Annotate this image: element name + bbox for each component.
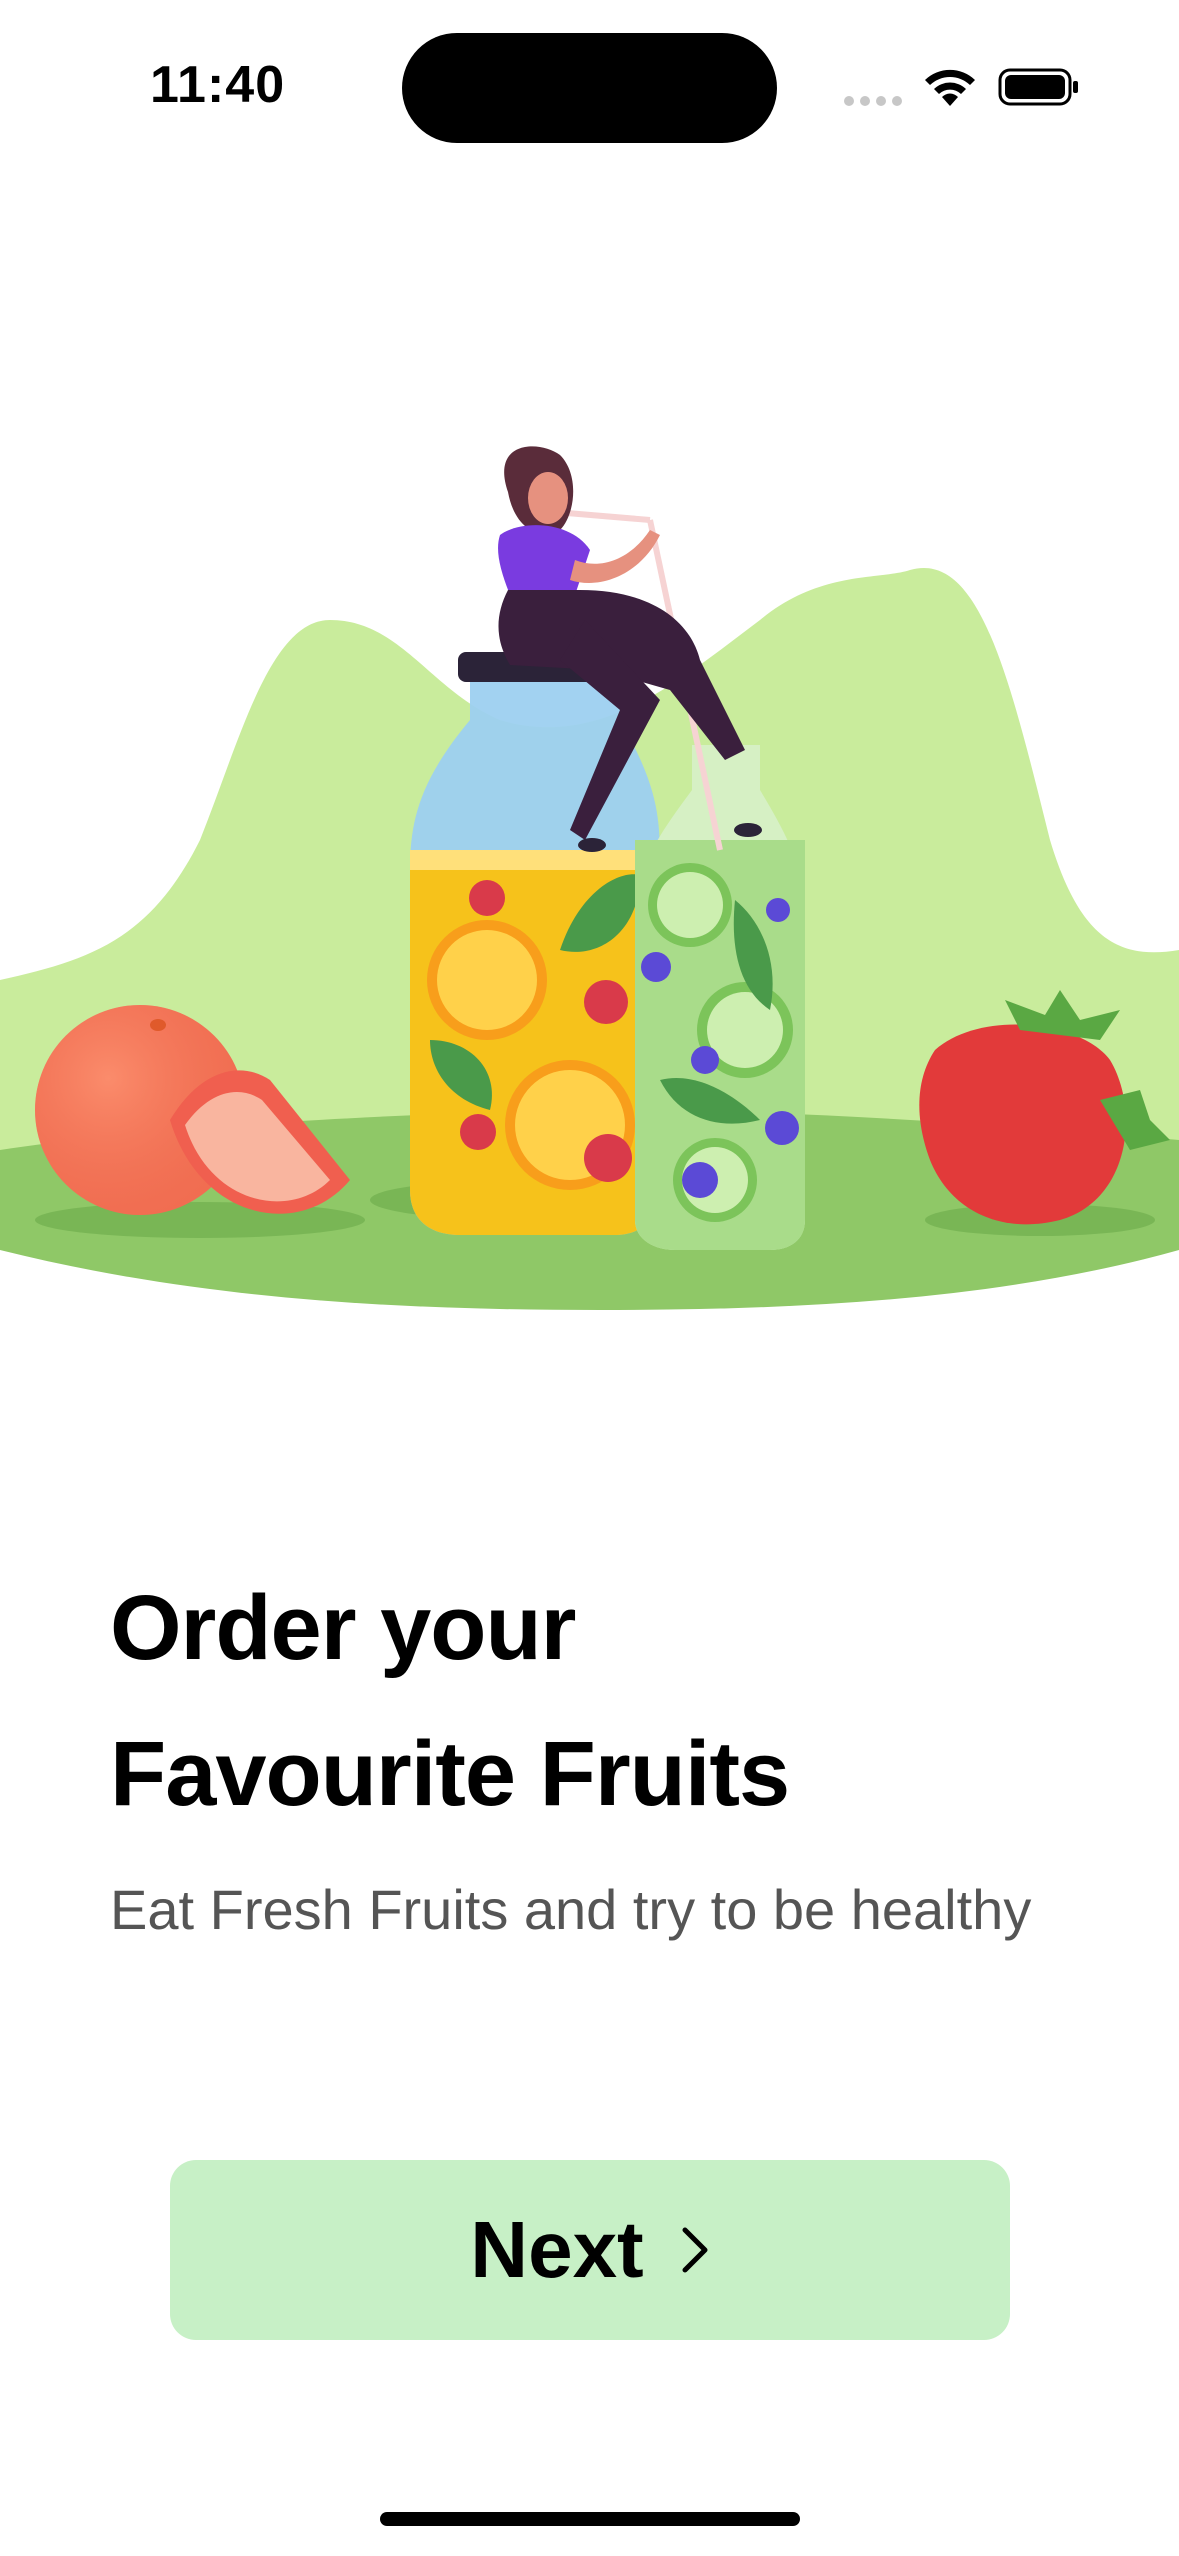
title-line-2: Favourite Fruits	[110, 1723, 790, 1825]
next-button[interactable]: Next	[170, 2160, 1010, 2340]
home-indicator	[380, 2512, 800, 2526]
dynamic-island	[402, 33, 777, 143]
wifi-icon	[925, 69, 975, 106]
title-line-1: Order your	[110, 1577, 576, 1679]
woman-drinking-fruit-juice-illustration	[0, 446, 1179, 1310]
next-button-label: Next	[470, 2205, 644, 2294]
status-bar: 11:40	[0, 0, 1179, 170]
subtitle: Eat Fresh Fruits and try to be healthy	[110, 1878, 1032, 1941]
page-title: Order your Favourite Fruits	[110, 1555, 1110, 1847]
chevron-right-icon	[682, 2227, 708, 2273]
cellular-signal-icon	[844, 96, 902, 106]
status-time: 11:40	[150, 56, 286, 114]
battery-icon	[998, 68, 1078, 106]
